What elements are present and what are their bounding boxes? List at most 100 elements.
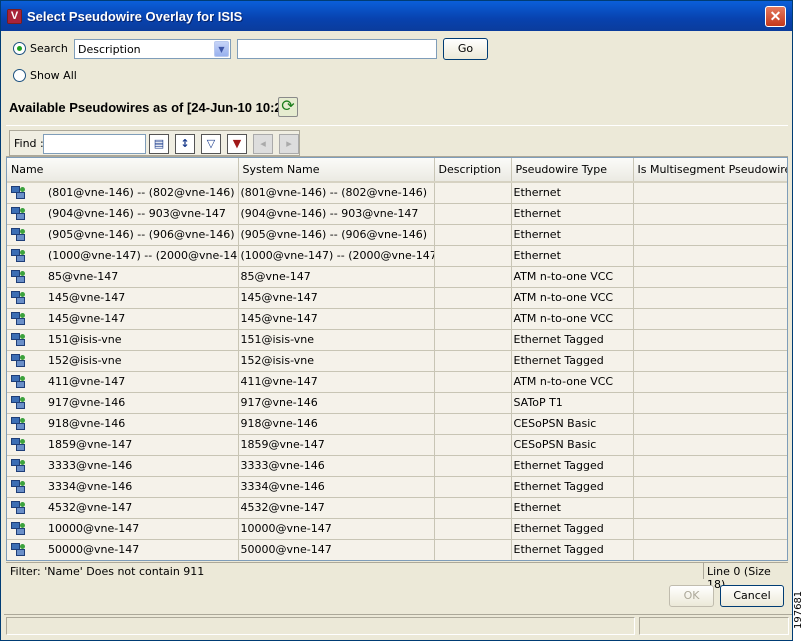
show-all-radio[interactable]	[13, 69, 26, 82]
column-header-name[interactable]: Name	[7, 158, 239, 183]
pseudowire-icon	[11, 374, 26, 389]
table-cell-is-multisegment	[633, 287, 787, 309]
pseudowire-name: 50000@vne-147	[48, 542, 140, 556]
close-button[interactable]: ✕	[765, 6, 786, 27]
find-label: Find :	[14, 137, 44, 150]
table-cell-system-name: 145@vne-147	[238, 287, 435, 309]
sort-icon[interactable]: ↕	[175, 134, 195, 154]
clear-filter-icon[interactable]: ▼	[227, 134, 247, 154]
search-radio-row[interactable]: Search	[13, 42, 68, 55]
status-pane-main	[6, 617, 635, 635]
table-row[interactable]: 145@vne-147 145@vne-147 ATM n-to-one VCC	[7, 287, 787, 309]
table-cell-pseudowire-type: Ethernet Tagged	[511, 518, 634, 540]
table-row[interactable]: (905@vne-146) -- (906@vne-146) (905@vne-1…	[7, 224, 787, 246]
pseudowire-icon	[11, 437, 26, 452]
pseudowire-icon	[11, 521, 26, 536]
table-cell-is-multisegment	[633, 392, 787, 414]
table-row[interactable]: 4532@vne-147 4532@vne-147 Ethernet	[7, 497, 787, 519]
table-row[interactable]: 3333@vne-146 3333@vne-146 Ethernet Tagged	[7, 455, 787, 477]
pseudowire-name: (801@vne-146) -- (802@vne-146)	[48, 185, 235, 199]
status-pane-secondary	[639, 617, 789, 635]
save-icon[interactable]: ▤	[149, 134, 169, 154]
pseudowire-name: 411@vne-147	[48, 374, 126, 388]
pseudowire-icon	[11, 353, 26, 368]
pseudowire-table[interactable]: Name System Name Description Pseudowire …	[6, 157, 788, 561]
table-cell-is-multisegment	[633, 413, 787, 435]
next-icon: ▸	[279, 134, 299, 154]
table-cell-pseudowire-type: Ethernet Tagged	[511, 476, 634, 498]
pseudowire-name: 151@isis-vne	[48, 332, 122, 346]
chevron-down-icon[interactable]: ▼	[214, 41, 229, 57]
table-row[interactable]: 918@vne-146 918@vne-146 CESoPSN Basic	[7, 413, 787, 435]
table-cell-system-name: 152@isis-vne	[238, 350, 435, 372]
app-icon: V	[7, 9, 22, 24]
go-button[interactable]: Go	[443, 38, 488, 60]
table-row[interactable]: 10000@vne-147 10000@vne-147 Ethernet Tagge…	[7, 518, 787, 540]
pseudowire-icon	[11, 500, 26, 515]
table-cell-description	[434, 182, 512, 204]
table-cell-description	[434, 224, 512, 246]
table-row[interactable]: 411@vne-147 411@vne-147 ATM n-to-one VCC	[7, 371, 787, 393]
search-field-value: Description	[78, 43, 141, 56]
table-cell-name: 145@vne-147	[7, 308, 239, 330]
pseudowire-icon	[11, 479, 26, 494]
table-cell-pseudowire-type: Ethernet Tagged	[511, 329, 634, 351]
pseudowire-icon	[11, 290, 26, 305]
column-header-system-name[interactable]: System Name	[238, 158, 435, 183]
table-cell-pseudowire-type: ATM n-to-one VCC	[511, 287, 634, 309]
table-row[interactable]: 1859@vne-147 1859@vne-147 CESoPSN Basic	[7, 434, 787, 456]
pseudowire-name: 3334@vne-146	[48, 479, 133, 493]
column-header-description[interactable]: Description	[434, 158, 512, 183]
pseudowire-name: 145@vne-147	[48, 290, 126, 304]
table-row[interactable]: 151@isis-vne 151@isis-vne Ethernet Tagged	[7, 329, 787, 351]
find-input[interactable]	[43, 134, 146, 154]
table-cell-name: 4532@vne-147	[7, 497, 239, 519]
table-row[interactable]: 152@isis-vne 152@isis-vne Ethernet Tagged	[7, 350, 787, 372]
pseudowire-name: (1000@vne-147) -- (2000@vne-147)	[48, 248, 238, 262]
table-cell-name: 50000@vne-147	[7, 539, 239, 560]
search-input[interactable]	[237, 39, 437, 59]
table-row[interactable]: (801@vne-146) -- (802@vne-146) (801@vne-1…	[7, 182, 787, 204]
table-cell-is-multisegment	[633, 518, 787, 540]
table-cell-pseudowire-type: ATM n-to-one VCC	[511, 266, 634, 288]
cancel-button[interactable]: Cancel	[720, 585, 784, 607]
show-all-radio-row[interactable]: Show All	[13, 69, 77, 82]
title-bar[interactable]: V Select Pseudowire Overlay for ISIS ✕	[1, 1, 792, 31]
ok-button[interactable]: OK	[669, 585, 714, 607]
toolbar-group: Find : ▤ ↕ ▽ ▼ ◂ ▸	[9, 130, 300, 156]
table-cell-system-name: 1859@vne-147	[238, 434, 435, 456]
table-cell-pseudowire-type: Ethernet Tagged	[511, 455, 634, 477]
table-toolbar: Find : ▤ ↕ ▽ ▼ ◂ ▸	[6, 125, 788, 157]
table-row[interactable]: 50000@vne-147 50000@vne-147 Ethernet Tagge…	[7, 539, 787, 560]
table-cell-name: 10000@vne-147	[7, 518, 239, 540]
table-row[interactable]: (904@vne-146) -- 903@vne-147 (904@vne-146…	[7, 203, 787, 225]
search-radio[interactable]	[13, 42, 26, 55]
pseudowire-name: 10000@vne-147	[48, 521, 140, 535]
dialog-window: V Select Pseudowire Overlay for ISIS ✕ S…	[0, 0, 793, 641]
table-row[interactable]: 145@vne-147 145@vne-147 ATM n-to-one VCC	[7, 308, 787, 330]
table-cell-pseudowire-type: CESoPSN Basic	[511, 434, 634, 456]
search-field-select[interactable]: Description ▼	[74, 39, 231, 59]
table-cell-description	[434, 371, 512, 393]
table-row[interactable]: 85@vne-147 85@vne-147 ATM n-to-one VCC	[7, 266, 787, 288]
pseudowire-name: (904@vne-146) -- 903@vne-147	[48, 206, 226, 220]
table-cell-name: 917@vne-146	[7, 392, 239, 414]
refresh-icon[interactable]	[278, 96, 298, 117]
column-header-pseudowire-type[interactable]: Pseudowire Type	[511, 158, 634, 183]
table-cell-is-multisegment	[633, 203, 787, 225]
table-cell-system-name: 918@vne-146	[238, 413, 435, 435]
table-cell-system-name: 3333@vne-146	[238, 455, 435, 477]
pseudowire-name: 152@isis-vne	[48, 353, 122, 367]
table-row[interactable]: 3334@vne-146 3334@vne-146 Ethernet Tagged	[7, 476, 787, 498]
table-row[interactable]: (1000@vne-147) -- (2000@vne-147) (1000@vn…	[7, 245, 787, 267]
search-radio-label: Search	[30, 42, 68, 55]
table-cell-system-name: 50000@vne-147	[238, 539, 435, 560]
filter-icon[interactable]: ▽	[201, 134, 221, 154]
table-cell-pseudowire-type: ATM n-to-one VCC	[511, 371, 634, 393]
table-cell-name: 3333@vne-146	[7, 455, 239, 477]
table-row[interactable]: 917@vne-146 917@vne-146 SAToP T1	[7, 392, 787, 414]
table-cell-pseudowire-type: ATM n-to-one VCC	[511, 308, 634, 330]
table-cell-name: 411@vne-147	[7, 371, 239, 393]
table-cell-description	[434, 413, 512, 435]
column-header-is-multisegment[interactable]: Is Multisegment Pseudowire	[633, 158, 787, 183]
